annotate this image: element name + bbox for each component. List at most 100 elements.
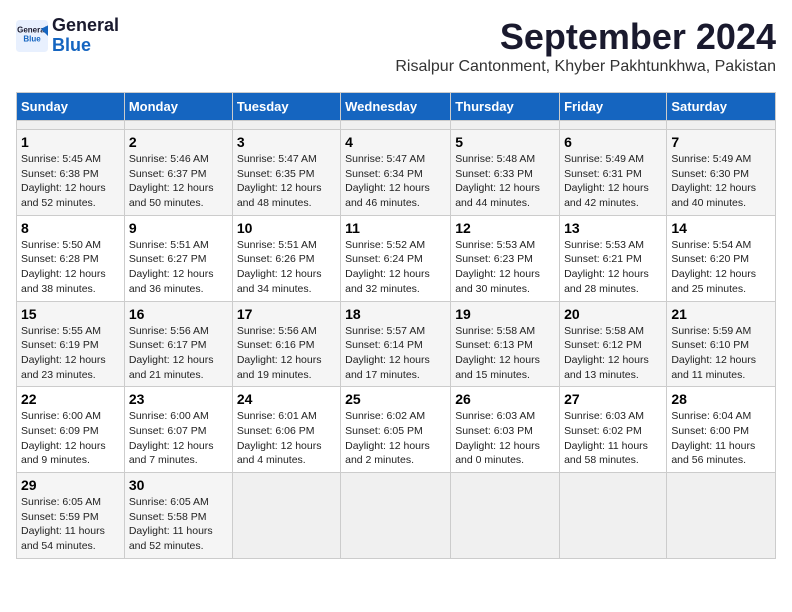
day-detail: Sunrise: 6:05 AM Sunset: 5:59 PM Dayligh… [21,495,120,554]
calendar-cell: 24Sunrise: 6:01 AM Sunset: 6:06 PM Dayli… [232,387,340,473]
day-number: 8 [21,220,120,236]
day-number: 25 [345,391,446,407]
calendar-cell: 20Sunrise: 5:58 AM Sunset: 6:12 PM Dayli… [560,301,667,387]
logo-blue: Blue [52,35,91,55]
calendar-cell [667,121,776,130]
calendar-cell [560,473,667,559]
day-detail: Sunrise: 6:00 AM Sunset: 6:09 PM Dayligh… [21,409,120,468]
day-detail: Sunrise: 6:01 AM Sunset: 6:06 PM Dayligh… [237,409,336,468]
day-detail: Sunrise: 5:57 AM Sunset: 6:14 PM Dayligh… [345,324,446,383]
weekday-header-tuesday: Tuesday [232,93,340,121]
calendar-cell: 27Sunrise: 6:03 AM Sunset: 6:02 PM Dayli… [560,387,667,473]
calendar-cell: 1 Sunrise: 5:45 AM Sunset: 6:38 PM Daylig… [17,130,125,216]
calendar-cell: 17 Sunrise: 5:56 AM Sunset: 6:16 PM Dayli… [232,301,340,387]
day-number: 21 [671,306,771,322]
day-number: 29 [21,477,120,493]
calendar-cell [341,121,451,130]
svg-text:Blue: Blue [23,34,41,43]
weekday-header-monday: Monday [124,93,232,121]
day-detail: Sunrise: 6:02 AM Sunset: 6:05 PM Dayligh… [345,409,446,468]
day-detail: Sunrise: 5:55 AM Sunset: 6:19 PM Dayligh… [21,324,120,383]
day-number: 18 [345,306,446,322]
location-title: Risalpur Cantonment, Khyber Pakhtunkhwa,… [395,58,776,76]
day-detail: Sunrise: 5:58 AM Sunset: 6:12 PM Dayligh… [564,324,662,383]
day-detail: Sunrise: 5:45 AM Sunset: 6:38 PM Dayligh… [21,152,120,211]
day-detail: Sunrise: 5:50 AM Sunset: 6:28 PM Dayligh… [21,238,120,297]
logo: General Blue General Blue [16,16,119,56]
calendar-cell [17,121,125,130]
day-detail: Sunrise: 5:58 AM Sunset: 6:13 PM Dayligh… [455,324,555,383]
calendar-cell: 12Sunrise: 5:53 AM Sunset: 6:23 PM Dayli… [451,215,560,301]
calendar-cell [451,473,560,559]
calendar-cell: 30 Sunrise: 6:05 AM Sunset: 5:58 PM Dayli… [124,473,232,559]
day-detail: Sunrise: 5:47 AM Sunset: 6:35 PM Dayligh… [237,152,336,211]
day-number: 4 [345,134,446,150]
calendar-cell: 18 Sunrise: 5:57 AM Sunset: 6:14 PM Dayli… [341,301,451,387]
calendar-cell: 4 Sunrise: 5:47 AM Sunset: 6:34 PM Daylig… [341,130,451,216]
day-detail: Sunrise: 5:47 AM Sunset: 6:34 PM Dayligh… [345,152,446,211]
day-number: 7 [671,134,771,150]
day-number: 6 [564,134,662,150]
calendar-week-row: 29 Sunrise: 6:05 AM Sunset: 5:59 PM Dayli… [17,473,776,559]
calendar-week-row: 8 Sunrise: 5:50 AM Sunset: 6:28 PM Daylig… [17,215,776,301]
day-detail: Sunrise: 6:04 AM Sunset: 6:00 PM Dayligh… [671,409,771,468]
day-number: 30 [129,477,228,493]
calendar-cell: 11 Sunrise: 5:52 AM Sunset: 6:24 PM Dayli… [341,215,451,301]
calendar-cell: 2Sunrise: 5:46 AM Sunset: 6:37 PM Daylig… [124,130,232,216]
day-detail: Sunrise: 5:51 AM Sunset: 6:26 PM Dayligh… [237,238,336,297]
day-number: 5 [455,134,555,150]
day-detail: Sunrise: 6:03 AM Sunset: 6:02 PM Dayligh… [564,409,662,468]
weekday-header-friday: Friday [560,93,667,121]
day-number: 9 [129,220,228,236]
day-detail: Sunrise: 5:56 AM Sunset: 6:17 PM Dayligh… [129,324,228,383]
calendar-cell [667,473,776,559]
calendar-cell: 5 Sunrise: 5:48 AM Sunset: 6:33 PM Daylig… [451,130,560,216]
day-detail: Sunrise: 6:00 AM Sunset: 6:07 PM Dayligh… [129,409,228,468]
calendar-cell: 3Sunrise: 5:47 AM Sunset: 6:35 PM Daylig… [232,130,340,216]
day-detail: Sunrise: 5:52 AM Sunset: 6:24 PM Dayligh… [345,238,446,297]
calendar-cell: 8 Sunrise: 5:50 AM Sunset: 6:28 PM Daylig… [17,215,125,301]
calendar-cell: 19 Sunrise: 5:58 AM Sunset: 6:13 PM Dayli… [451,301,560,387]
calendar-table: SundayMondayTuesdayWednesdayThursdayFrid… [16,92,776,559]
day-number: 1 [21,134,120,150]
day-number: 12 [455,220,555,236]
weekday-header-saturday: Saturday [667,93,776,121]
day-detail: Sunrise: 5:56 AM Sunset: 6:16 PM Dayligh… [237,324,336,383]
day-number: 13 [564,220,662,236]
logo-icon: General Blue [16,20,48,52]
day-number: 23 [129,391,228,407]
day-number: 19 [455,306,555,322]
calendar-cell [124,121,232,130]
calendar-cell [341,473,451,559]
calendar-cell [232,121,340,130]
day-number: 17 [237,306,336,322]
day-detail: Sunrise: 5:48 AM Sunset: 6:33 PM Dayligh… [455,152,555,211]
calendar-cell: 7 Sunrise: 5:49 AM Sunset: 6:30 PM Daylig… [667,130,776,216]
calendar-header-row: SundayMondayTuesdayWednesdayThursdayFrid… [17,93,776,121]
calendar-cell: 9 Sunrise: 5:51 AM Sunset: 6:27 PM Daylig… [124,215,232,301]
day-detail: Sunrise: 6:05 AM Sunset: 5:58 PM Dayligh… [129,495,228,554]
calendar-cell: 6Sunrise: 5:49 AM Sunset: 6:31 PM Daylig… [560,130,667,216]
calendar-cell: 29 Sunrise: 6:05 AM Sunset: 5:59 PM Dayli… [17,473,125,559]
day-detail: Sunrise: 5:51 AM Sunset: 6:27 PM Dayligh… [129,238,228,297]
day-number: 10 [237,220,336,236]
calendar-cell: 13 Sunrise: 5:53 AM Sunset: 6:21 PM Dayli… [560,215,667,301]
calendar-week-row: 22Sunrise: 6:00 AM Sunset: 6:09 PM Dayli… [17,387,776,473]
calendar-cell: 25 Sunrise: 6:02 AM Sunset: 6:05 PM Dayli… [341,387,451,473]
day-detail: Sunrise: 5:54 AM Sunset: 6:20 PM Dayligh… [671,238,771,297]
calendar-cell: 10 Sunrise: 5:51 AM Sunset: 6:26 PM Dayli… [232,215,340,301]
calendar-week-row [17,121,776,130]
day-detail: Sunrise: 5:59 AM Sunset: 6:10 PM Dayligh… [671,324,771,383]
calendar-cell: 28Sunrise: 6:04 AM Sunset: 6:00 PM Dayli… [667,387,776,473]
month-title: September 2024 [395,16,776,58]
day-number: 11 [345,220,446,236]
day-number: 15 [21,306,120,322]
calendar-body: 1 Sunrise: 5:45 AM Sunset: 6:38 PM Daylig… [17,121,776,559]
calendar-cell: 16Sunrise: 5:56 AM Sunset: 6:17 PM Dayli… [124,301,232,387]
day-detail: Sunrise: 5:46 AM Sunset: 6:37 PM Dayligh… [129,152,228,211]
day-detail: Sunrise: 5:53 AM Sunset: 6:21 PM Dayligh… [564,238,662,297]
day-number: 14 [671,220,771,236]
weekday-header-thursday: Thursday [451,93,560,121]
day-detail: Sunrise: 5:49 AM Sunset: 6:30 PM Dayligh… [671,152,771,211]
calendar-cell: 22Sunrise: 6:00 AM Sunset: 6:09 PM Dayli… [17,387,125,473]
